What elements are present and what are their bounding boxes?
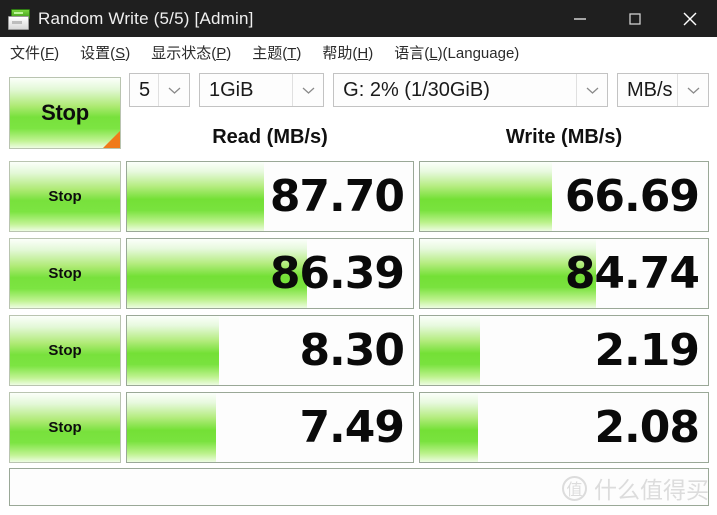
table-row: Stop 7.49 2.08 [0,389,717,466]
menu-settings-post: ) [125,45,131,62]
read-value-row-2: 86.39 [269,248,405,299]
menu-bar: 文件(F) 设置(S) 显示状态(P) 主题(T) 帮助(H) 语言(L)(La… [0,37,717,69]
menu-display-pre: 显示状态( [151,45,217,62]
stop-all-button[interactable]: Stop [9,77,121,149]
menu-help-mnemonic: H [357,45,369,62]
menu-settings-pre: 设置( [80,45,116,62]
stop-button-row-2[interactable]: Stop [9,238,121,309]
menu-language-mnemonic: L [429,45,438,62]
read-cell-row-1: 87.70 [126,161,414,232]
menu-display-mnemonic: P [216,45,227,62]
menu-help-pre: 帮助( [322,45,358,62]
menu-file-post: ) [54,45,60,62]
menu-language-pre: 语言( [394,45,430,62]
stop-button-row-4[interactable]: Stop [9,392,121,463]
write-cell-row-2: 84.74 [419,238,709,309]
read-cell-row-3: 8.30 [126,315,414,386]
menu-settings-mnemonic: S [115,45,126,62]
read-bar-row-4 [127,393,216,462]
menu-item-help[interactable]: 帮助(H) [322,42,373,63]
read-bar-row-1 [127,162,265,231]
window-title: Random Write (5/5) [Admin] [38,8,254,28]
write-value-row-2: 84.74 [564,248,700,299]
table-row: Stop 87.70 66.69 [0,158,717,235]
benchmark-panel: Stop Read (MB/s) Write (MB/s) Stop 87.70… [0,68,717,515]
read-cell-row-2: 86.39 [126,238,414,309]
menu-theme-post: ) [296,45,302,62]
status-bar [9,468,709,506]
write-value-row-1: 66.69 [564,171,700,222]
write-cell-row-1: 66.69 [419,161,709,232]
corner-marker-icon [103,131,120,148]
menu-item-settings[interactable]: 设置(S) [80,42,130,63]
menu-language-post: )(Language) [437,45,520,62]
disk-drive-icon [7,8,30,30]
write-cell-row-4: 2.08 [419,392,709,463]
column-header-read: Read (MB/s) [212,126,328,148]
read-value-row-3: 8.30 [299,325,405,376]
write-value-row-4: 2.08 [594,402,700,453]
stop-button-row-2-label: Stop [48,265,82,282]
stop-button-row-1-label: Stop [48,188,82,205]
menu-theme-pre: 主题( [252,45,288,62]
stop-button-row-4-label: Stop [48,419,82,436]
menu-display-post: ) [226,45,232,62]
write-bar-row-1 [420,162,553,231]
stop-button-row-3-label: Stop [48,342,82,359]
write-bar-row-4 [420,393,478,462]
menu-help-post: ) [368,45,374,62]
menu-item-display-state[interactable]: 显示状态(P) [151,42,231,63]
maximize-button[interactable] [607,0,662,37]
write-value-row-3: 2.19 [594,325,700,376]
menu-theme-mnemonic: T [287,45,297,62]
read-cell-row-4: 7.49 [126,392,414,463]
menu-item-file[interactable]: 文件(F) [10,42,59,63]
title-bar: Random Write (5/5) [Admin] [0,0,717,37]
read-value-row-4: 7.49 [299,402,405,453]
read-value-row-1: 87.70 [269,171,405,222]
write-cell-row-3: 2.19 [419,315,709,386]
read-bar-row-3 [127,316,219,385]
minimize-button[interactable] [552,0,607,37]
table-row: Stop 86.39 84.74 [0,235,717,312]
window-controls [552,0,717,37]
close-button[interactable] [662,0,717,37]
menu-item-language[interactable]: 语言(L)(Language) [394,42,519,63]
menu-file-pre: 文件( [10,45,45,62]
stop-button-row-3[interactable]: Stop [9,315,121,386]
column-header-write: Write (MB/s) [505,126,623,148]
write-bar-row-3 [420,316,481,385]
table-row: Stop 8.30 2.19 [0,312,717,389]
menu-file-mnemonic: F [45,45,55,62]
menu-item-theme[interactable]: 主题(T) [252,42,301,63]
stop-button-row-1[interactable]: Stop [9,161,121,232]
stop-all-label: Stop [41,100,89,125]
